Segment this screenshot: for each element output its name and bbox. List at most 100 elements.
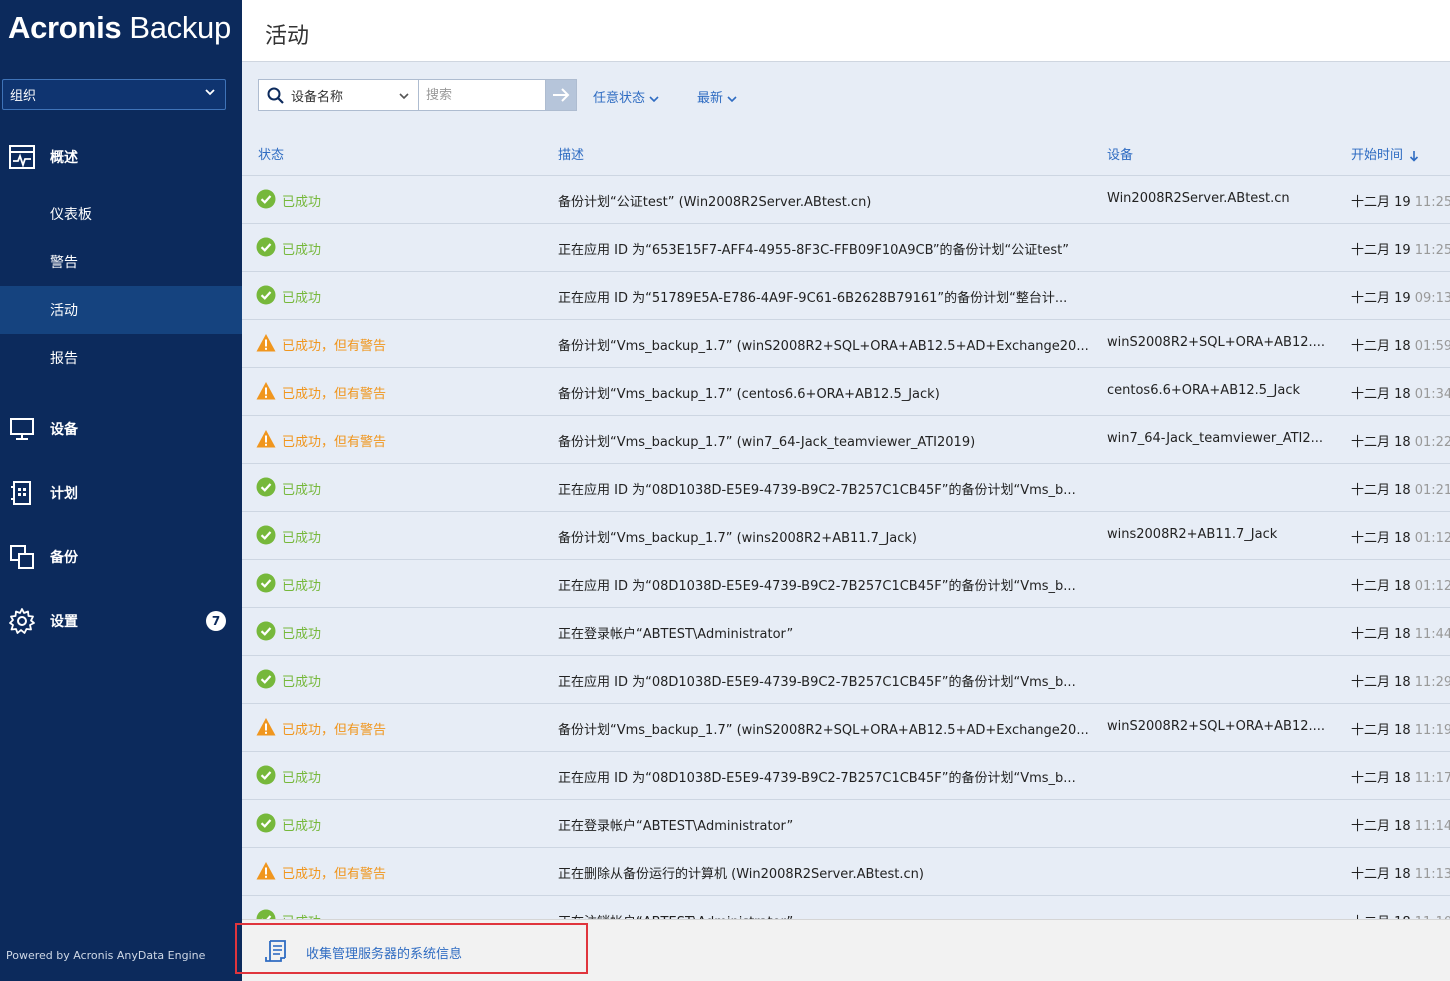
start-clock: 11:14: [1414, 819, 1450, 834]
status-filter-dropdown[interactable]: 任意状态: [593, 87, 659, 106]
start-time: 十二月 1811:10: [1351, 911, 1450, 919]
start-date: 十二月 18: [1351, 387, 1411, 402]
column-header-start-time-label: 开始时间: [1351, 148, 1404, 163]
nav-overview[interactable]: 概述: [0, 133, 242, 181]
nav-item-label: 活动: [50, 303, 78, 319]
table-row[interactable]: 已成功 正在应用 ID 为“08D1038D-E5E9-4739-B9C2-7B2…: [242, 751, 1450, 799]
start-date: 十二月 19: [1351, 195, 1411, 210]
start-time: 十二月 18 01:12: [1351, 527, 1450, 546]
device-name: centos6.6+ORA+AB12.5_Jack: [1107, 383, 1301, 398]
device-name: winS2008R2+SQL+ORA+AB12....: [1107, 719, 1326, 734]
sort-dropdown[interactable]: 最新: [697, 87, 737, 106]
table-row[interactable]: 已成功 正在应用 ID 为“08D1038D-E5E9-4739-B9C2-7B2…: [242, 463, 1450, 511]
org-selector[interactable]: 组织: [2, 79, 226, 110]
activity-description: 备份计划“公证test” (Win2008R2Server.ABtest.cn): [558, 195, 872, 210]
activity-description: 备份计划“Vms_backup_1.7” (winS2008R2+SQL+ORA…: [558, 723, 1088, 738]
start-clock: 11:17: [1414, 771, 1450, 786]
column-header-device[interactable]: 设备: [1107, 144, 1133, 163]
app-window: Acronis Backup 组织 概述 仪表板 警告 活动 报告 设备 计划 …: [0, 0, 1450, 981]
org-selector-label: 组织: [10, 89, 37, 104]
search-icon: [267, 87, 284, 104]
check-circle-icon: [256, 669, 276, 689]
nav-plans-label: 计划: [50, 486, 78, 502]
chevron-down-icon: [205, 89, 215, 96]
table-row[interactable]: 已成功 正在应用 ID 为“08D1038D-E5E9-4739-B9C2-7B2…: [242, 559, 1450, 607]
nav-item-activities[interactable]: 活动: [0, 286, 242, 334]
column-header-description[interactable]: 描述: [558, 144, 584, 163]
start-clock: 11:29: [1414, 675, 1450, 690]
table-row[interactable]: 已成功，但有警告 正在删除从备份运行的计算机 (Win2008R2Server.A…: [242, 847, 1450, 895]
table-row[interactable]: 已成功，但有警告 备份计划“Vms_backup_1.7” (centos6.6+…: [242, 367, 1450, 415]
document-list-icon: [265, 940, 286, 962]
chevron-down-icon: [399, 93, 409, 100]
table-row[interactable]: 已成功 备份计划“Vms_backup_1.7” (wins2008R2+AB11…: [242, 511, 1450, 559]
start-date: 十二月 18: [1351, 435, 1411, 450]
start-clock: 01:21: [1414, 483, 1450, 498]
chevron-down-icon: [649, 95, 659, 102]
start-date: 十二月 19: [1351, 243, 1411, 258]
nav-settings[interactable]: 设置 7: [0, 597, 242, 645]
table-row[interactable]: 已成功 正在应用 ID 为“653E15F7-AFF4-4955-8F3C-FFB…: [242, 223, 1450, 271]
search-submit-button[interactable]: [545, 79, 577, 111]
check-circle-icon: [256, 189, 276, 209]
status-text: 已成功: [282, 675, 322, 690]
pulse-monitor-icon: [9, 145, 35, 169]
status-text: 已成功: [282, 195, 322, 210]
status-text: 已成功: [282, 291, 322, 306]
start-date: 十二月 18: [1351, 627, 1411, 642]
start-time: 十二月 19 11:25: [1351, 191, 1450, 210]
start-time: 十二月 18 11:19: [1351, 719, 1450, 738]
start-clock: 01:22: [1414, 435, 1450, 450]
table-row[interactable]: 已成功，但有警告 备份计划“Vms_backup_1.7” (win7_64-Ja…: [242, 415, 1450, 463]
check-circle-icon: [256, 285, 276, 305]
table-row[interactable]: 已成功 正在登录帐户“ABTEST\Administrator” 十二月 18 11:…: [242, 607, 1450, 655]
status-text: 已成功: [282, 911, 321, 919]
start-clock: 01:12: [1414, 531, 1450, 546]
status-filter-label: 任意状态: [593, 91, 646, 106]
start-date: 十二月 18: [1351, 675, 1411, 690]
search-type-dropdown[interactable]: 设备名称: [258, 79, 418, 111]
activity-description: 正在应用 ID 为“653E15F7-AFF4-4955-8F3C-FFB09F…: [558, 243, 1069, 258]
nav-item-label: 报告: [50, 351, 78, 367]
nav-plans[interactable]: 计划: [0, 469, 242, 517]
table-row[interactable]: 已成功 正在登录帐户“ABTEST\Administrator” 十二月 18 11:…: [242, 799, 1450, 847]
nav-item-reports[interactable]: 报告: [0, 334, 242, 382]
start-time: 十二月 18 11:17: [1351, 767, 1450, 786]
table-row[interactable]: 已成功，但有警告 备份计划“Vms_backup_1.7” (winS2008R2…: [242, 319, 1450, 367]
table-row[interactable]: 已成功 正在注销帐户“ABTEST\Administrator” 十二月 1811:…: [242, 895, 1450, 919]
nav-overview-label: 概述: [50, 150, 78, 166]
device-name: win7_64-Jack_teamviewer_ATI2...: [1107, 431, 1324, 446]
nav-item-alerts[interactable]: 警告: [0, 238, 242, 286]
check-circle-icon: [256, 813, 276, 833]
start-date: 十二月 18: [1351, 771, 1411, 786]
start-time: 十二月 18 01:34: [1351, 383, 1450, 402]
status-text: 已成功: [282, 531, 322, 546]
status-text: 已成功，但有警告: [282, 435, 387, 450]
status-text: 已成功，但有警告: [282, 339, 387, 354]
table-row[interactable]: 已成功 正在应用 ID 为“08D1038D-E5E9-4739-B9C2-7B2…: [242, 655, 1450, 703]
start-time: 十二月 18 01:22: [1351, 431, 1450, 450]
calendar-grid-icon: [11, 481, 31, 505]
nav-devices[interactable]: 设备: [0, 405, 242, 453]
table-row[interactable]: 已成功 备份计划“公证test” (Win2008R2Server.ABtest.…: [242, 175, 1450, 223]
column-header-status[interactable]: 状态: [258, 144, 284, 163]
table-row[interactable]: 已成功 正在应用 ID 为“51789E5A-E786-4A9F-9C61-6B2…: [242, 271, 1450, 319]
status-text: 已成功: [282, 627, 322, 642]
status-text: 已成功: [282, 243, 322, 258]
table-row[interactable]: 已成功，但有警告 备份计划“Vms_backup_1.7” (winS2008R2…: [242, 703, 1450, 751]
nav-backups[interactable]: 备份: [0, 533, 242, 581]
collect-system-info-link[interactable]: 收集管理服务器的系统信息: [262, 938, 462, 966]
search-input[interactable]: [418, 79, 546, 111]
nav-item-dashboard[interactable]: 仪表板: [0, 190, 242, 238]
column-header-start-time[interactable]: 开始时间: [1351, 144, 1419, 163]
status-text: 已成功: [282, 579, 322, 594]
start-date: 十二月 18: [1351, 531, 1411, 546]
footer-bar: 收集管理服务器的系统信息: [235, 919, 1450, 981]
status-text: 已成功，但有警告: [282, 867, 387, 882]
start-clock: 01:12: [1414, 579, 1450, 594]
device-name: winS2008R2+SQL+ORA+AB12....: [1107, 335, 1326, 350]
activity-description: 正在应用 ID 为“08D1038D-E5E9-4739-B9C2-7B257C…: [558, 675, 1076, 690]
activity-description: 正在应用 ID 为“51789E5A-E786-4A9F-9C61-6B2628…: [558, 291, 1068, 306]
status-text: 已成功: [282, 483, 322, 498]
activity-description: 正在注销帐户“ABTEST\Administrator”: [558, 911, 1088, 919]
